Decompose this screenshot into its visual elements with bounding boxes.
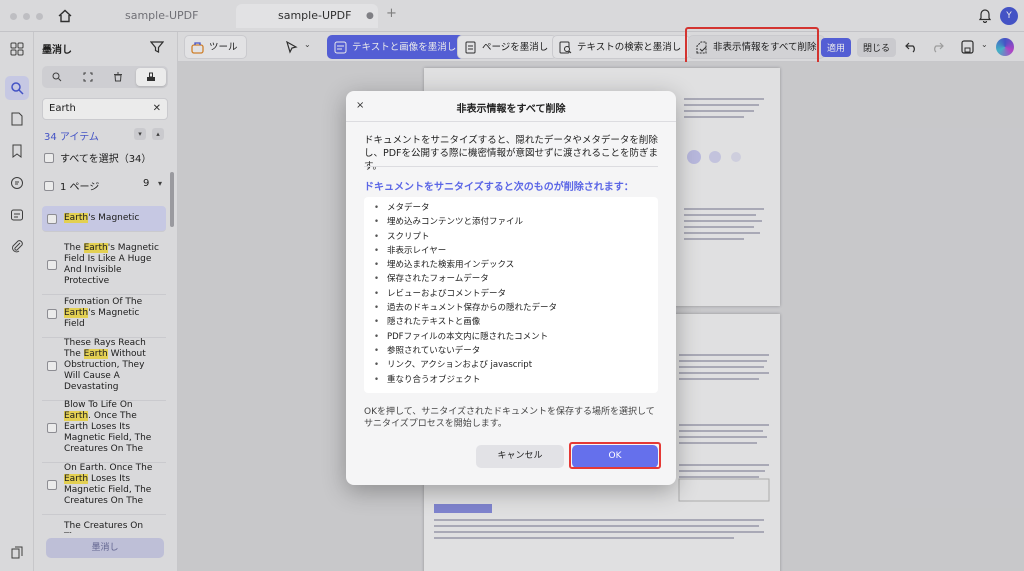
cancel-button[interactable]: キャンセル bbox=[476, 445, 564, 468]
list-item: スクリプト bbox=[374, 230, 658, 244]
dialog-title: 非表示情報をすべて削除 bbox=[456, 104, 566, 115]
list-item: PDFファイルの本文内に隠されたコメント bbox=[374, 330, 658, 344]
list-item: 保存されたフォームデータ bbox=[374, 272, 658, 286]
list-item: 重なり合うオブジェクト bbox=[374, 373, 658, 387]
list-item: 隠されたテキストと画像 bbox=[374, 315, 658, 329]
sanitize-dialog: × 非表示情報をすべて削除 ドキュメントをサニタイズすると、隠れたデータやメタデ… bbox=[346, 91, 676, 485]
list-item: 過去のドキュメント保存からの隠れたデータ bbox=[374, 301, 658, 315]
list-item: 埋め込まれた検索用インデックス bbox=[374, 258, 658, 272]
list-item: 参照されていないデータ bbox=[374, 344, 658, 358]
list-item: レビューおよびコメントデータ bbox=[374, 287, 658, 301]
divider bbox=[364, 166, 658, 167]
ok-highlight-annotation bbox=[569, 442, 661, 469]
dialog-description: ドキュメントをサニタイズすると、隠れたデータやメタデータを削除し、PDFを公開す… bbox=[364, 135, 659, 172]
list-item: 非表示レイヤー bbox=[374, 244, 658, 258]
list-item: 埋め込みコンテンツと添付ファイル bbox=[374, 215, 658, 229]
removed-items-list: メタデータ 埋め込みコンテンツと添付ファイル スクリプト 非表示レイヤー 埋め込… bbox=[364, 197, 658, 393]
list-item: メタデータ bbox=[374, 201, 658, 215]
dialog-subtitle: ドキュメントをサニタイズすると次のものが削除されます： bbox=[364, 182, 634, 193]
divider bbox=[346, 121, 676, 122]
list-item: リンク、アクションおよび javascript bbox=[374, 358, 658, 372]
dialog-footer-text: OKを押して、サニタイズされたドキュメントを保存する場所を選択してサニタイズプロ… bbox=[364, 407, 655, 429]
